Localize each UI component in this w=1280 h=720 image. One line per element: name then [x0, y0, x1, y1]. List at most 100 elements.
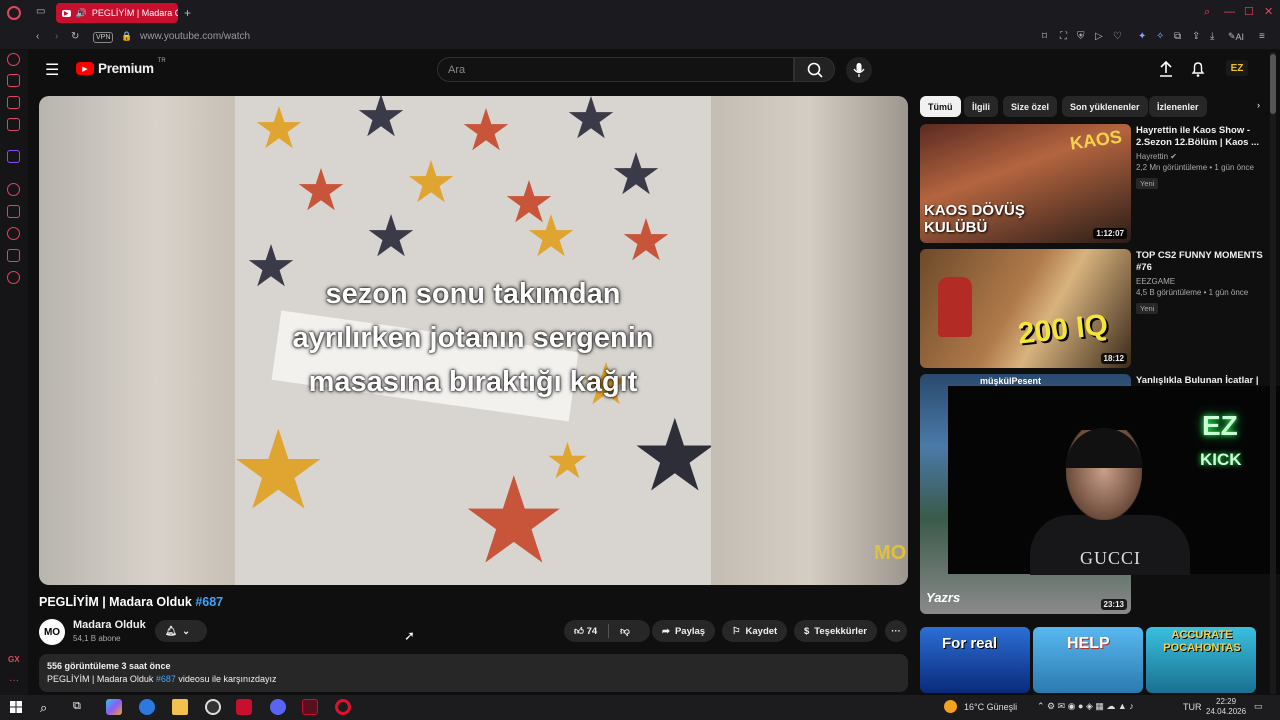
chips-next-icon[interactable]: › [1257, 100, 1260, 110]
ai-button[interactable]: ✎ AI [1228, 31, 1244, 42]
search-button[interactable] [794, 57, 835, 82]
sidebar-settings-icon[interactable] [7, 271, 20, 284]
recommendation-info[interactable]: Hayrettin ile Kaos Show - 2.Sezon 12.Böl… [1136, 125, 1266, 189]
desc-hashtag[interactable]: #687 [156, 674, 176, 684]
share-button[interactable]: ➦ Paylaş [652, 620, 716, 642]
recommendation-thumbnail[interactable]: KAOS KAOS DÖVÜŞ KULÜBÜ 1:12:07 [920, 124, 1131, 243]
active-tab[interactable]: ▶ 🔊 PEGLİYİM | Madara Ol [56, 3, 178, 23]
lock-icon[interactable]: 🔒 [121, 31, 132, 42]
sidebar-bag-icon[interactable] [7, 74, 20, 87]
heart-icon[interactable]: ♡ [1113, 31, 1122, 42]
easy-setup-icon[interactable]: ≡ [1259, 31, 1265, 42]
language-indicator[interactable]: TUR [1183, 702, 1202, 712]
vpn-badge[interactable]: VPN [93, 32, 114, 43]
obs-icon[interactable] [205, 699, 221, 715]
discord-icon[interactable] [270, 699, 286, 715]
recommendation-thumbnail[interactable]: 200 IQ 18:12 [920, 249, 1131, 368]
chip-all[interactable]: Tümü [920, 96, 961, 117]
puzzle-icon[interactable]: ⧉ [1174, 31, 1181, 42]
duration-badge: 18:12 [1100, 353, 1127, 364]
sidebar-player-icon[interactable] [7, 183, 20, 196]
weather-text[interactable]: 16°C Güneşli [964, 702, 1017, 712]
desc-suffix: videosu ile karşınızdayız [175, 674, 277, 684]
thumb-corner-text: Yazrs [926, 590, 961, 605]
new-tab-icon[interactable]: + [184, 6, 191, 20]
upload-icon[interactable] [1158, 60, 1174, 78]
opera-gx-taskbar-icon[interactable] [302, 699, 318, 715]
channel-name[interactable]: Madara Olduk [73, 619, 146, 631]
forward-icon[interactable]: › [55, 31, 58, 42]
sidebar-extensions-icon[interactable] [7, 249, 20, 262]
sidebar-history-icon[interactable] [7, 227, 20, 240]
tab-overview-icon[interactable]: ▭ [36, 6, 45, 17]
page-scrollbar[interactable] [1270, 52, 1276, 694]
channel-avatar[interactable]: MO [39, 619, 65, 645]
more-actions-button[interactable]: ··· [885, 620, 907, 642]
sidebar-bookmarks-icon[interactable] [7, 205, 20, 218]
chip-watched[interactable]: İzlenenler [1149, 96, 1207, 117]
url-field[interactable]: www.youtube.com/watch [140, 31, 250, 42]
video-player[interactable]: ★ ★ ★ ★ ★ ★ ★ ★ ★ ★ ★ ★ ★ ★ ★ ★ ★ sezon … [39, 96, 908, 585]
opera-menu-icon[interactable] [7, 6, 21, 20]
app-icon[interactable] [236, 699, 252, 715]
shield-icon[interactable]: ⛨ [1077, 31, 1085, 42]
extension-translate-icon[interactable]: ✦ [1138, 31, 1146, 42]
channel-text: Hayrettin [1136, 152, 1169, 161]
youtube-logo[interactable]: ▶ Premium TR [76, 58, 166, 76]
chip-recent[interactable]: Son yüklenenler [1062, 96, 1148, 117]
video-title-hashtag[interactable]: #687 [195, 595, 223, 609]
like-button[interactable]: 👍︎ 74 [574, 625, 597, 637]
notifications-bell-icon[interactable] [1190, 60, 1206, 78]
short-thumbnail[interactable]: For real [920, 627, 1030, 693]
voice-search-button[interactable] [846, 57, 872, 83]
notification-bell-button[interactable]: 🔔︎ ⌄ [155, 620, 207, 642]
extension-icon[interactable]: ✧ [1156, 31, 1164, 42]
notification-center-icon[interactable]: ▭ [1254, 701, 1263, 712]
snapshot-icon[interactable]: ⛶ [1060, 31, 1067, 42]
clock[interactable]: 22:29 24.04.2026 [1206, 697, 1246, 717]
tray-icons[interactable]: ⌃ ⚙ ✉ ◉ ● ◈ ▦ ☁ ▲ ♪ [1037, 701, 1134, 712]
maximize-icon[interactable]: ☐ [1244, 5, 1254, 18]
search-input[interactable]: Ara [437, 57, 794, 82]
opera-taskbar-icon[interactable] [335, 699, 351, 715]
description-box[interactable]: 556 görüntüleme 3 saat önce PEGLİYİM | M… [39, 654, 908, 692]
guide-menu-icon[interactable]: ☰ [45, 60, 59, 80]
thumb-text: KAOS DÖVÜŞ KULÜBÜ [924, 202, 1025, 236]
bookmark-icon[interactable]: ⌑ [1042, 31, 1047, 42]
recommendation-meta: 4,5 B görüntüleme • 1 gün önce [1136, 288, 1249, 297]
short-thumbnail[interactable]: ACCURATE POCAHONTAS [1146, 627, 1256, 693]
edge-icon[interactable] [139, 699, 155, 715]
channel-watermark[interactable]: MO [874, 542, 906, 565]
copilot-icon[interactable] [106, 699, 122, 715]
share-page-icon[interactable]: ⇪ [1192, 31, 1200, 42]
sidebar-messenger-icon[interactable] [7, 96, 20, 109]
search-tabs-icon[interactable]: ⌕ [1204, 6, 1210, 19]
taskbar-search-icon[interactable]: ⌕ [40, 700, 47, 716]
close-icon[interactable]: ✕ [1264, 5, 1273, 18]
sidebar-aria-icon[interactable] [7, 53, 20, 66]
recommendation-meta: 2,2 Mn görüntüleme • 1 gün önce [1136, 163, 1254, 172]
dislike-button[interactable]: 👎︎ [620, 625, 630, 637]
speaker-icon[interactable]: 🔊 [76, 8, 87, 19]
recommendation-info[interactable]: TOP CS2 FUNNY MOMENTS #76 EEZGAME 4,5 B … [1136, 250, 1266, 314]
chip-for-you[interactable]: Size özel [1003, 96, 1058, 117]
sidebar-twitch-icon[interactable] [7, 150, 20, 163]
reload-icon[interactable]: ↻ [71, 31, 79, 42]
download-icon[interactable]: ⤓ [1210, 31, 1214, 42]
weather-sun-icon[interactable] [944, 700, 957, 713]
minimize-icon[interactable]: — [1224, 6, 1235, 18]
chip-related[interactable]: İlgili [964, 96, 998, 117]
save-button[interactable]: ⚐ Kaydet [722, 620, 788, 642]
sidebar-gx-icon[interactable]: GX [8, 655, 20, 664]
sidebar-mail-icon[interactable] [7, 118, 20, 131]
file-explorer-icon[interactable] [172, 699, 188, 715]
play-icon[interactable]: ▷ [1095, 31, 1103, 42]
task-view-icon[interactable]: ⧉ [73, 700, 81, 713]
sidebar-more-icon[interactable]: ··· [9, 675, 19, 686]
thanks-button[interactable]: $ Teşekkürler [794, 620, 877, 642]
windows-start-icon[interactable] [10, 701, 22, 713]
account-avatar[interactable]: EZ [1226, 60, 1248, 76]
back-icon[interactable]: ‹ [36, 31, 39, 42]
scrollbar-thumb[interactable] [1270, 54, 1276, 114]
short-thumbnail[interactable]: HELP [1033, 627, 1143, 693]
